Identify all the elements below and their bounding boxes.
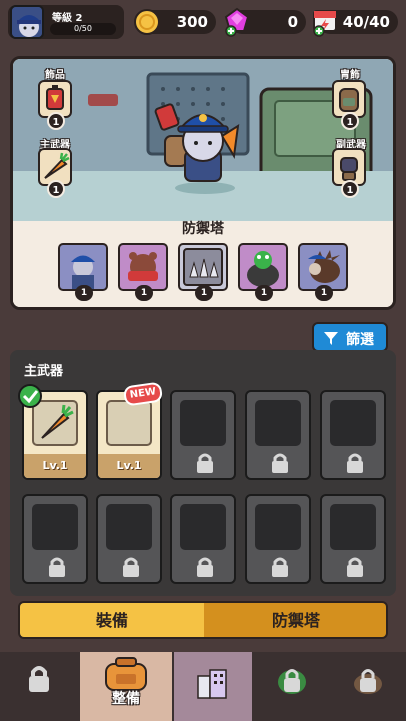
nav-item-city[interactable] [174,652,252,721]
lock-icon [347,557,363,577]
tab-equipment[interactable]: 裝備 [20,603,204,637]
locked-slot [245,494,311,584]
locked-slot [320,494,386,584]
nav-item-prepare[interactable]: 整備 [80,652,172,721]
tower-card-bear[interactable] [118,243,168,291]
gunner-tower-icon [71,255,95,289]
item-level: Lv.1 [98,454,160,478]
player-character[interactable] [150,96,250,196]
tower-count-bear: 1 [135,285,153,301]
filter-label: 篩選 [346,332,374,348]
gem-value: 0 [287,13,298,31]
bear-tower-icon [128,252,158,281]
lock-icon [347,453,363,473]
energy-value: 40/40 [342,13,390,31]
carrot-weapon-icon [41,404,74,439]
nav-label-prepare: 整備 [112,691,140,707]
nav-item-locked-1[interactable] [0,652,78,721]
slot-label-accessory: 飾品 [45,70,65,81]
locked-slot [22,494,88,584]
lock-icon [29,666,49,692]
filter-funnel-icon [324,332,338,345]
lock-icon [49,557,65,577]
tower-card-gunner[interactable] [58,243,108,291]
exp-bar: 0/50 [50,23,116,35]
tower-count-frog: 1 [255,285,273,301]
slot-label-headgear: 胄飾 [340,70,360,81]
lock-icon [272,453,288,473]
lock-icon [197,453,213,473]
locked-slot [170,494,236,584]
tower-count-gunner: 1 [75,285,93,301]
filter-button[interactable]: 篩選 [312,322,388,352]
tower-count-spike: 1 [195,285,213,301]
lock-icon [272,557,288,577]
locked-slot [170,390,236,480]
slot-count-sub-weapon: 1 [341,180,359,198]
slot-count-accessory: 1 [47,112,65,130]
tower-card-frog[interactable] [238,243,288,291]
nav-item-locked-3[interactable] [328,652,406,721]
level-label: 等級 2 [52,13,83,24]
lantern-icon [46,85,64,110]
nav-item-locked-2[interactable] [252,652,330,721]
inventory-title: 主武器 [24,364,64,379]
spike-trap-icon [183,248,223,286]
backpack-icon [339,88,359,112]
locked-slot [96,494,162,584]
tower-count-hedgehog: 1 [315,285,333,301]
energy-plus-icon[interactable] [311,7,339,37]
locked-character-icon [278,669,306,694]
tower-card-spike[interactable] [178,243,228,291]
avatar[interactable] [10,5,44,39]
coin-icon [134,9,160,35]
lock-icon [123,557,139,577]
avatar-icon [12,7,42,37]
locked-item-icon [354,669,382,694]
carrot-icon [44,152,70,179]
slot-count-main-weapon: 1 [47,180,65,198]
locked-slot [320,390,386,480]
gem-plus-icon[interactable] [223,7,251,37]
locked-slot [245,390,311,480]
tower-section-title: 防禦塔 [182,221,224,237]
gauntlet-icon [340,157,358,181]
hedgehog-tower-icon [308,250,340,283]
tower-card-hedgehog[interactable] [298,243,348,291]
coin-value: 300 [176,13,208,31]
slot-count-headgear: 1 [341,112,359,130]
tab-defense-tower[interactable]: 防禦塔 [204,603,386,637]
item-level: Lv.1 [24,454,86,478]
frog-tower-icon [247,251,279,287]
building-icon [197,669,227,699]
item-frame-empty [106,400,152,446]
backpack-nav-icon [105,657,147,691]
item-frame [32,400,78,446]
lock-icon [197,557,213,577]
equipped-check-icon [18,384,42,408]
equip-tower-toggle: 裝備 防禦塔 [18,601,388,639]
